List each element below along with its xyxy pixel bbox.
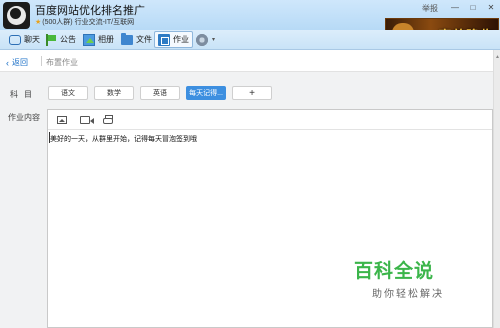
subject-chips: 语文 数学 英语 每天记得... + [48,86,272,100]
watermark-title: 百科全说 [354,260,435,282]
chevron-down-icon: ▾ [212,37,216,43]
star-icon: ★ [35,19,42,26]
tab-chat-label: 聊天 [24,35,40,44]
subject-chip-math[interactable]: 数学 [94,86,134,100]
maximize-button[interactable]: □ [468,3,478,14]
album-icon [83,33,95,46]
group-info-text: (500人群) 行业交流-IT/互联网 [42,19,135,26]
tab-homework[interactable]: 作业 [154,31,193,48]
print-icon[interactable] [103,114,113,124]
tab-files-label: 文件 [136,35,152,44]
subject-chip-custom[interactable]: 每天记得... [186,86,226,100]
chevron-left-icon: ‹ [6,57,9,68]
report-link[interactable]: 举报 [422,3,438,14]
minimize-button[interactable]: — [450,3,460,14]
group-info: ★(500人群) 行业交流-IT/互联网 [35,17,134,27]
work-content-text[interactable]: 美好的一天，从群里开始，记得每天冒泡签到哦 [50,134,197,144]
editor-toolbar [48,110,492,130]
folder-icon [121,32,133,45]
scroll-up-icon[interactable]: ▲ [495,54,500,60]
video-icon[interactable] [80,115,94,124]
tab-chat[interactable]: 聊天 [6,31,43,48]
watermark-subtitle: 助你轻松解决 [372,289,444,300]
group-avatar[interactable] [3,2,30,29]
chat-icon [9,34,21,45]
breadcrumb-divider [41,56,42,66]
watermark: 百科全说 助你轻松解决 [354,256,444,300]
page-title: 布置作业 [46,58,78,67]
window-controls: 举报 — □ ✕ [422,3,496,14]
tab-announcement[interactable]: 公告 [42,31,79,48]
tab-homework-label: 作业 [173,35,189,44]
gear-icon [195,32,209,47]
scrollbar[interactable]: ▲ [493,50,500,328]
breadcrumb: ‹ 返回 布置作业 [0,50,500,72]
group-name[interactable]: 百度网站优化排名推广 [35,2,145,18]
work-content-label: 作业内容 [8,113,40,122]
tab-files[interactable]: 文件 [118,31,155,48]
title-bar: 百度网站优化排名推广 ★(500人群) 行业交流-IT/互联网 举报 — □ ✕… [0,0,500,51]
avatar-center [10,8,21,19]
close-button[interactable]: ✕ [486,3,496,14]
homework-icon [158,33,170,46]
tab-album-label: 相册 [98,35,114,44]
announcement-icon [45,33,57,46]
tab-album[interactable]: 相册 [80,31,117,48]
back-link[interactable]: ‹ 返回 [6,57,28,68]
subject-chip-english[interactable]: 英语 [140,86,180,100]
image-icon[interactable] [57,115,67,124]
settings-menu[interactable]: ▾ [192,31,218,48]
back-label: 返回 [12,58,28,67]
subject-label: 科目 [10,90,38,99]
group-toolbar: 聊天 公告 相册 文件 作业 ▾ [0,30,500,50]
tab-announcement-label: 公告 [60,35,76,44]
add-subject-button[interactable]: + [232,86,272,100]
subject-chip-chinese[interactable]: 语文 [48,86,88,100]
